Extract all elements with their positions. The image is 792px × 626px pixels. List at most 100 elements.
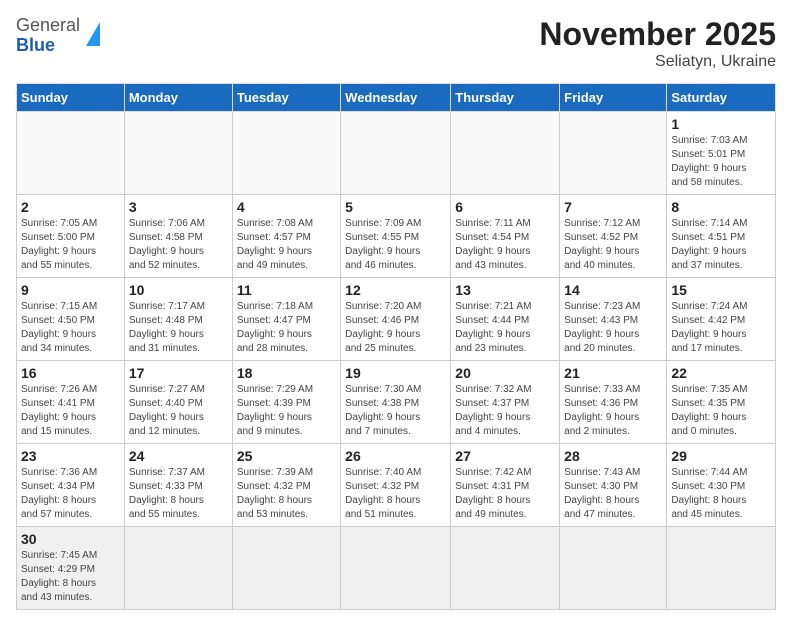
calendar-cell xyxy=(560,112,667,195)
week-row-4: 16 Sunrise: 7:26 AM Sunset: 4:41 PM Dayli… xyxy=(17,361,776,444)
calendar-cell: 17 Sunrise: 7:27 AM Sunset: 4:40 PM Dayli… xyxy=(124,361,232,444)
day-number: 8 xyxy=(671,199,771,215)
calendar-cell: 9 Sunrise: 7:15 AM Sunset: 4:50 PM Daylig… xyxy=(17,278,125,361)
logo-blue: Blue xyxy=(16,35,55,55)
calendar-cell xyxy=(667,527,776,610)
day-info: Sunrise: 7:42 AM Sunset: 4:31 PM Dayligh… xyxy=(455,466,555,522)
day-number: 15 xyxy=(671,282,771,298)
day-info: Sunrise: 7:12 AM Sunset: 4:52 PM Dayligh… xyxy=(564,217,662,273)
day-info: Sunrise: 7:26 AM Sunset: 4:41 PM Dayligh… xyxy=(21,383,120,439)
calendar-cell xyxy=(341,112,451,195)
day-info: Sunrise: 7:29 AM Sunset: 4:39 PM Dayligh… xyxy=(237,383,336,439)
header-tuesday: Tuesday xyxy=(232,84,340,112)
calendar-cell: 25Sunrise: 7:39 AM Sunset: 4:32 PM Dayli… xyxy=(232,444,340,527)
calendar-cell xyxy=(451,527,560,610)
calendar-cell: 29Sunrise: 7:44 AM Sunset: 4:30 PM Dayli… xyxy=(667,444,776,527)
week-row-1: 1 Sunrise: 7:03 AM Sunset: 5:01 PM Daylig… xyxy=(17,112,776,195)
day-info: Sunrise: 7:11 AM Sunset: 4:54 PM Dayligh… xyxy=(455,217,555,273)
day-number: 25 xyxy=(237,448,336,464)
day-number: 26 xyxy=(345,448,446,464)
day-info: Sunrise: 7:05 AM Sunset: 5:00 PM Dayligh… xyxy=(21,217,120,273)
day-number: 1 xyxy=(671,116,771,132)
calendar-cell: 1 Sunrise: 7:03 AM Sunset: 5:01 PM Daylig… xyxy=(667,112,776,195)
day-info: Sunrise: 7:03 AM Sunset: 5:01 PM Dayligh… xyxy=(671,134,771,190)
calendar-cell xyxy=(124,112,232,195)
day-info: Sunrise: 7:33 AM Sunset: 4:36 PM Dayligh… xyxy=(564,383,662,439)
day-info: Sunrise: 7:08 AM Sunset: 4:57 PM Dayligh… xyxy=(237,217,336,273)
month-year-title: November 2025 xyxy=(539,16,776,53)
calendar-cell: 19 Sunrise: 7:30 AM Sunset: 4:38 PM Dayli… xyxy=(341,361,451,444)
day-number: 30 xyxy=(21,531,120,547)
week-row-6: 30Sunrise: 7:45 AM Sunset: 4:29 PM Dayli… xyxy=(17,527,776,610)
page-header: General Blue November 2025 Seliatyn, Ukr… xyxy=(16,16,776,71)
calendar-header-row: SundayMondayTuesdayWednesdayThursdayFrid… xyxy=(17,84,776,112)
logo-general: General xyxy=(16,15,80,35)
day-number: 13 xyxy=(455,282,555,298)
week-row-2: 2Sunrise: 7:05 AM Sunset: 5:00 PM Daylig… xyxy=(17,195,776,278)
calendar-cell: 10Sunrise: 7:17 AM Sunset: 4:48 PM Dayli… xyxy=(124,278,232,361)
day-number: 28 xyxy=(564,448,662,464)
calendar-cell: 4 Sunrise: 7:08 AM Sunset: 4:57 PM Daylig… xyxy=(232,195,340,278)
day-number: 9 xyxy=(21,282,120,298)
day-info: Sunrise: 7:27 AM Sunset: 4:40 PM Dayligh… xyxy=(129,383,228,439)
calendar-cell: 18 Sunrise: 7:29 AM Sunset: 4:39 PM Dayli… xyxy=(232,361,340,444)
calendar-cell: 23 Sunrise: 7:36 AM Sunset: 4:34 PM Dayli… xyxy=(17,444,125,527)
day-number: 17 xyxy=(129,365,228,381)
calendar-cell xyxy=(232,527,340,610)
header-friday: Friday xyxy=(560,84,667,112)
header-saturday: Saturday xyxy=(667,84,776,112)
day-number: 6 xyxy=(455,199,555,215)
title-block: November 2025 Seliatyn, Ukraine xyxy=(539,16,776,71)
calendar-cell xyxy=(232,112,340,195)
day-number: 5 xyxy=(345,199,446,215)
day-number: 4 xyxy=(237,199,336,215)
calendar-cell: 26 Sunrise: 7:40 AM Sunset: 4:32 PM Dayli… xyxy=(341,444,451,527)
day-info: Sunrise: 7:37 AM Sunset: 4:33 PM Dayligh… xyxy=(129,466,228,522)
day-info: Sunrise: 7:30 AM Sunset: 4:38 PM Dayligh… xyxy=(345,383,446,439)
day-number: 23 xyxy=(21,448,120,464)
calendar-cell: 11Sunrise: 7:18 AM Sunset: 4:47 PM Dayli… xyxy=(232,278,340,361)
day-info: Sunrise: 7:06 AM Sunset: 4:58 PM Dayligh… xyxy=(129,217,228,273)
calendar-cell: 3 Sunrise: 7:06 AM Sunset: 4:58 PM Daylig… xyxy=(124,195,232,278)
day-number: 3 xyxy=(129,199,228,215)
calendar-cell: 21 Sunrise: 7:33 AM Sunset: 4:36 PM Dayli… xyxy=(560,361,667,444)
calendar-cell: 2Sunrise: 7:05 AM Sunset: 5:00 PM Daylig… xyxy=(17,195,125,278)
day-info: Sunrise: 7:20 AM Sunset: 4:46 PM Dayligh… xyxy=(345,300,446,356)
day-number: 19 xyxy=(345,365,446,381)
day-number: 7 xyxy=(564,199,662,215)
header-sunday: Sunday xyxy=(17,84,125,112)
day-number: 18 xyxy=(237,365,336,381)
header-monday: Monday xyxy=(124,84,232,112)
day-info: Sunrise: 7:35 AM Sunset: 4:35 PM Dayligh… xyxy=(671,383,771,439)
day-info: Sunrise: 7:44 AM Sunset: 4:30 PM Dayligh… xyxy=(671,466,771,522)
logo-triangle-icon xyxy=(86,22,100,46)
day-info: Sunrise: 7:40 AM Sunset: 4:32 PM Dayligh… xyxy=(345,466,446,522)
day-info: Sunrise: 7:24 AM Sunset: 4:42 PM Dayligh… xyxy=(671,300,771,356)
day-number: 27 xyxy=(455,448,555,464)
day-info: Sunrise: 7:36 AM Sunset: 4:34 PM Dayligh… xyxy=(21,466,120,522)
day-number: 22 xyxy=(671,365,771,381)
day-info: Sunrise: 7:32 AM Sunset: 4:37 PM Dayligh… xyxy=(455,383,555,439)
calendar-cell: 28 Sunrise: 7:43 AM Sunset: 4:30 PM Dayli… xyxy=(560,444,667,527)
calendar-cell: 16 Sunrise: 7:26 AM Sunset: 4:41 PM Dayli… xyxy=(17,361,125,444)
calendar-cell: 27 Sunrise: 7:42 AM Sunset: 4:31 PM Dayli… xyxy=(451,444,560,527)
calendar-cell xyxy=(124,527,232,610)
day-number: 21 xyxy=(564,365,662,381)
day-info: Sunrise: 7:18 AM Sunset: 4:47 PM Dayligh… xyxy=(237,300,336,356)
day-info: Sunrise: 7:43 AM Sunset: 4:30 PM Dayligh… xyxy=(564,466,662,522)
calendar-cell: 30Sunrise: 7:45 AM Sunset: 4:29 PM Dayli… xyxy=(17,527,125,610)
calendar-cell: 7 Sunrise: 7:12 AM Sunset: 4:52 PM Daylig… xyxy=(560,195,667,278)
logo: General Blue xyxy=(16,16,100,56)
day-number: 16 xyxy=(21,365,120,381)
day-info: Sunrise: 7:14 AM Sunset: 4:51 PM Dayligh… xyxy=(671,217,771,273)
day-number: 24 xyxy=(129,448,228,464)
calendar-cell xyxy=(451,112,560,195)
day-number: 12 xyxy=(345,282,446,298)
calendar-cell: 5Sunrise: 7:09 AM Sunset: 4:55 PM Daylig… xyxy=(341,195,451,278)
day-info: Sunrise: 7:21 AM Sunset: 4:44 PM Dayligh… xyxy=(455,300,555,356)
calendar-cell: 12 Sunrise: 7:20 AM Sunset: 4:46 PM Dayli… xyxy=(341,278,451,361)
week-row-3: 9 Sunrise: 7:15 AM Sunset: 4:50 PM Daylig… xyxy=(17,278,776,361)
day-info: Sunrise: 7:15 AM Sunset: 4:50 PM Dayligh… xyxy=(21,300,120,356)
day-info: Sunrise: 7:23 AM Sunset: 4:43 PM Dayligh… xyxy=(564,300,662,356)
day-info: Sunrise: 7:17 AM Sunset: 4:48 PM Dayligh… xyxy=(129,300,228,356)
